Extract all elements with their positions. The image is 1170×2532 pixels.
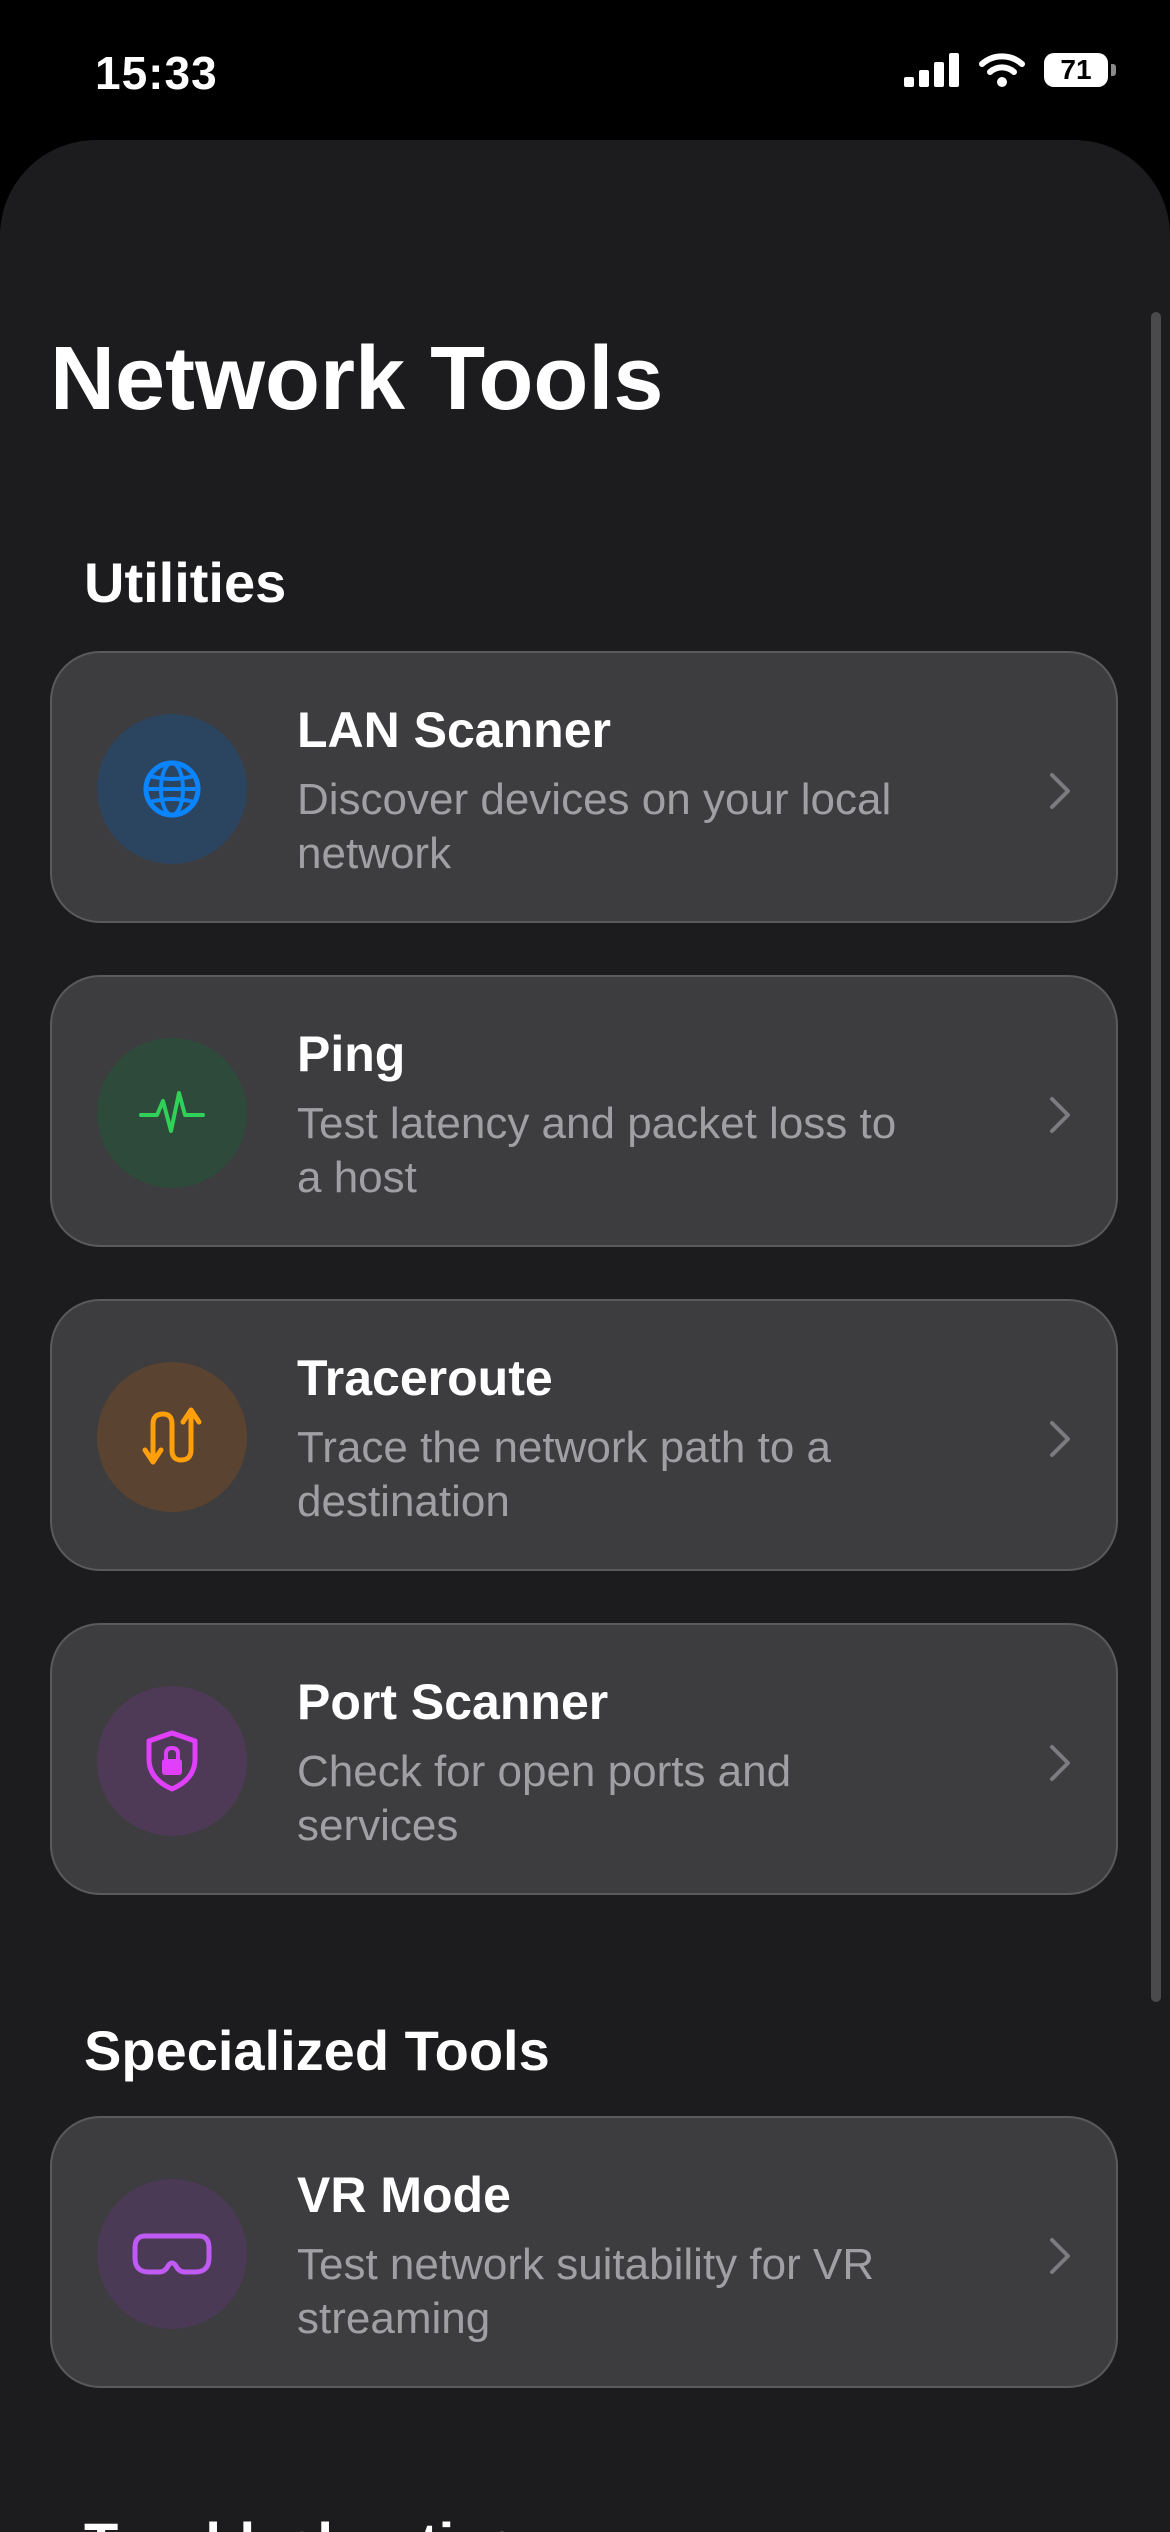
card-description: Test network suitability for VR streamin… <box>297 2240 875 2343</box>
card-description: Check for open ports and services <box>297 1747 792 1850</box>
card-title: Ping <box>297 1026 406 1082</box>
ping-icon-badge <box>97 1038 247 1188</box>
card-description: Trace the network path to a destination <box>297 1423 831 1526</box>
vr-headset-icon <box>132 2233 212 2275</box>
vr-mode-icon-badge <box>97 2179 247 2329</box>
tool-card-vr-mode[interactable]: VR Mode Test network suitability for VR … <box>50 2116 1118 2388</box>
card-description: Discover devices on your local network <box>297 775 892 878</box>
chevron-right-icon <box>1050 773 1070 809</box>
card-title: VR Mode <box>297 2167 511 2223</box>
route-arrows-icon <box>142 1407 202 1465</box>
chevron-right-icon <box>1050 1421 1070 1457</box>
status-bar: 15:33 71 <box>0 0 1170 140</box>
tool-card-port-scanner[interactable]: Port Scanner Check for open ports and se… <box>50 1623 1118 1895</box>
tool-card-ping[interactable]: Ping Test latency and packet loss to a h… <box>50 975 1118 1247</box>
port-scanner-icon-badge <box>97 1686 247 1836</box>
lock-shield-icon <box>146 1730 198 1792</box>
card-title: Traceroute <box>297 1350 553 1406</box>
status-time: 15:33 <box>95 47 218 99</box>
traceroute-icon-badge <box>97 1362 247 1512</box>
globe-icon <box>143 760 201 818</box>
battery-icon: 71 <box>1044 53 1116 87</box>
status-icons: 71 <box>904 52 1116 88</box>
section-title-specialized-tools: Specialized Tools <box>84 2019 550 2082</box>
tool-card-traceroute[interactable]: Traceroute Trace the network path to a d… <box>50 1299 1118 1571</box>
scroll-indicator[interactable] <box>1151 312 1161 2002</box>
lan-scanner-icon-badge <box>97 714 247 864</box>
section-title-troubleshooting: Troubleshooting <box>84 2510 523 2532</box>
card-title: LAN Scanner <box>297 702 611 758</box>
page-title: Network Tools <box>50 329 664 429</box>
battery-level: 71 <box>1060 54 1092 85</box>
cellular-signal-icon <box>904 53 959 87</box>
card-title: Port Scanner <box>297 1674 609 1730</box>
chevron-right-icon <box>1050 2238 1070 2274</box>
chevron-right-icon <box>1050 1097 1070 1133</box>
section-title-utilities: Utilities <box>84 551 287 614</box>
tool-card-lan-scanner[interactable]: LAN Scanner Discover devices on your loc… <box>50 651 1118 923</box>
wifi-icon <box>979 53 1025 87</box>
chevron-right-icon <box>1050 1745 1070 1781</box>
tools-sheet[interactable]: Network Tools Utilities LAN Scanner Disc… <box>0 140 1170 2532</box>
card-description: Test latency and packet loss to a host <box>297 1099 897 1202</box>
waveform-icon <box>139 1091 205 1133</box>
